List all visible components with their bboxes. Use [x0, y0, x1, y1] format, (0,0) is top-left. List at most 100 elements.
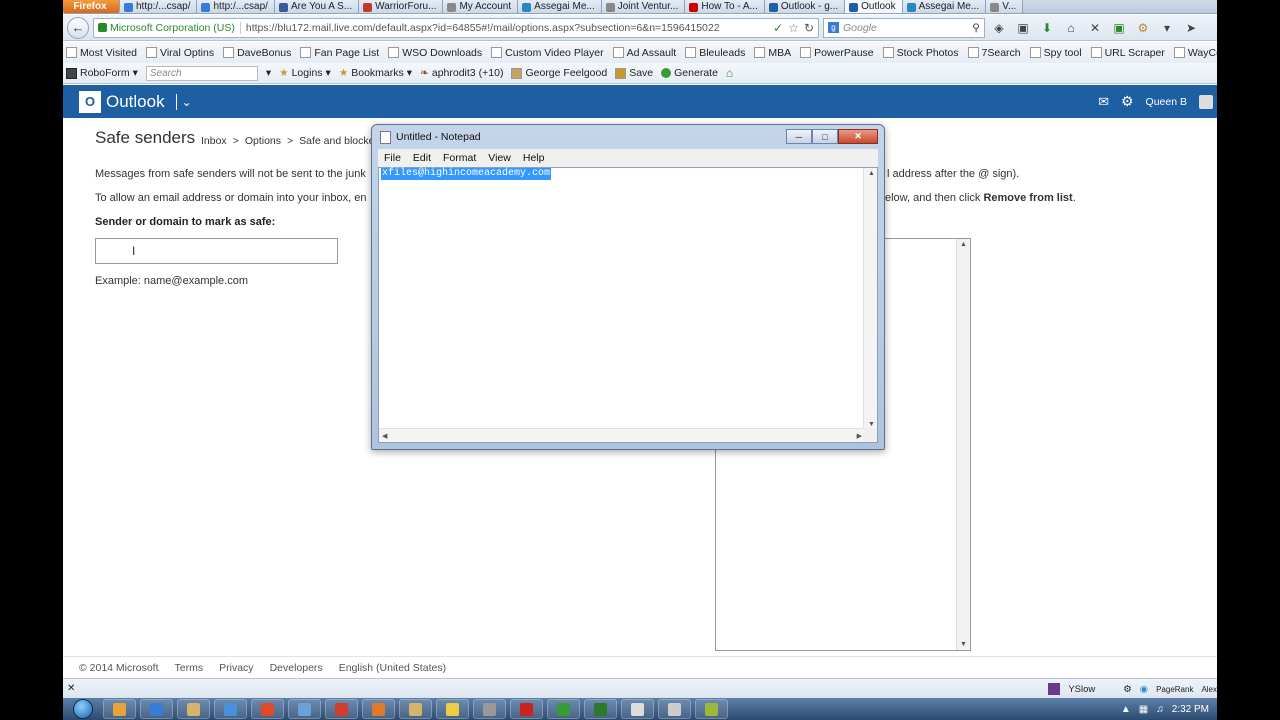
taskbar-app-button[interactable]: [325, 699, 358, 719]
addon-gear-icon[interactable]: ⚙: [1123, 684, 1132, 695]
close-button[interactable]: ✕: [838, 129, 878, 144]
avatar[interactable]: [1199, 94, 1213, 109]
footer-link[interactable]: Privacy: [219, 662, 253, 674]
taskbar-app-button[interactable]: [621, 699, 654, 719]
roboform-save[interactable]: Save: [615, 67, 653, 79]
roboform-bookmarks[interactable]: ★ Bookmarks ▾: [339, 67, 412, 79]
notepad-horizontal-scrollbar[interactable]: ◀ ▶: [379, 428, 865, 442]
selected-email-text[interactable]: xfiles@highincomeacademy.com: [381, 168, 552, 180]
taskbar-app-button[interactable]: [436, 699, 469, 719]
bookmark-item[interactable]: Most Visited: [66, 47, 137, 59]
taskbar-app-button[interactable]: [103, 699, 136, 719]
magnifier-icon[interactable]: ⚲: [972, 22, 980, 34]
home-icon[interactable]: ⌂: [1061, 18, 1081, 38]
safe-sender-input[interactable]: I: [95, 238, 338, 264]
bookmark-item[interactable]: Stock Photos: [882, 47, 959, 59]
taskbar-app-button[interactable]: [584, 699, 617, 719]
notepad-text-area[interactable]: xfiles@highincomeacademy.com ▲ ▼ ◀ ▶: [378, 167, 878, 443]
search-bar[interactable]: g Google ⚲: [823, 17, 985, 38]
taskbar-app-button[interactable]: [177, 699, 210, 719]
breadcrumb-item[interactable]: Options: [245, 135, 281, 147]
taskbar-app-button[interactable]: [510, 699, 543, 719]
roboform-logins[interactable]: ★ Logins ▾: [279, 67, 331, 79]
bookmark-star-icon[interactable]: ☆: [788, 21, 799, 35]
browser-tab[interactable]: V...: [986, 0, 1024, 13]
reload-icon[interactable]: ↻: [804, 21, 814, 35]
bookmark-item[interactable]: 7Search: [967, 47, 1021, 59]
browser-tab[interactable]: Outlook: [845, 0, 903, 13]
bookmark-item[interactable]: DaveBonus: [223, 47, 291, 59]
browser-tab[interactable]: How To - A...: [685, 0, 765, 13]
footer-link[interactable]: Terms: [175, 662, 204, 674]
user-name[interactable]: Queen B: [1146, 96, 1187, 108]
bookmark-item[interactable]: Ad Assault: [612, 47, 676, 59]
firefox-menu-button[interactable]: Firefox: [63, 0, 120, 13]
bookmark-item[interactable]: URL Scraper: [1090, 47, 1165, 59]
alexa-label[interactable]: Alex: [1201, 685, 1217, 694]
scroll-up-arrow-icon[interactable]: ▲: [960, 241, 967, 248]
list-scrollbar[interactable]: ▲ ▼: [956, 239, 970, 650]
notepad-vertical-scrollbar[interactable]: ▲ ▼: [863, 168, 877, 430]
bookmark-item[interactable]: PowerPause: [800, 47, 874, 59]
browser-tab[interactable]: Assegai Me...: [518, 0, 602, 13]
back-button[interactable]: ←: [67, 16, 89, 39]
taskbar-app-button[interactable]: [362, 699, 395, 719]
minimize-button[interactable]: ─: [786, 129, 812, 144]
screenshot-icon[interactable]: ▣: [1013, 18, 1033, 38]
bookmark-item[interactable]: MBA: [754, 47, 791, 59]
resize-grip[interactable]: [863, 428, 877, 442]
taskbar-app-button[interactable]: [473, 699, 506, 719]
tray-volume-icon[interactable]: ♫: [1156, 704, 1164, 715]
maximize-button[interactable]: □: [812, 129, 838, 144]
yslow-icon[interactable]: [1048, 683, 1061, 695]
np-scroll-up-icon[interactable]: ▲: [868, 170, 875, 177]
browser-tab[interactable]: Joint Ventur...: [601, 0, 686, 13]
taskbar-app-button[interactable]: [399, 699, 432, 719]
roboform-identity[interactable]: George Feelgood: [511, 67, 607, 79]
start-button[interactable]: [63, 698, 103, 720]
browser-tab[interactable]: Outlook - g...: [764, 0, 846, 13]
url-text[interactable]: https://blu172.mail.live.com/default.asp…: [246, 22, 768, 34]
gear-icon[interactable]: ⚙: [1121, 93, 1134, 110]
taskbar-app-button[interactable]: [251, 699, 284, 719]
roboform-generate[interactable]: Generate: [661, 67, 718, 79]
menu-dropdown-icon[interactable]: ▾: [1157, 18, 1177, 38]
notepad-menu-item[interactable]: Format: [443, 152, 476, 164]
breadcrumb-item[interactable]: Inbox: [201, 135, 227, 147]
footer-link[interactable]: English (United States): [339, 662, 446, 674]
browser-tab[interactable]: http:/...csap/: [197, 0, 275, 13]
app-switcher-chevron-icon[interactable]: ⌄: [182, 95, 192, 109]
browser-tab[interactable]: My Account: [443, 0, 519, 13]
bookmark-item[interactable]: Custom Video Player: [491, 47, 604, 59]
messaging-icon[interactable]: ✉: [1098, 94, 1109, 110]
notepad-menu-item[interactable]: File: [384, 152, 401, 164]
taskbar-app-button[interactable]: [288, 699, 321, 719]
notepad-window[interactable]: Untitled - Notepad ─ □ ✕ File Edit Format V…: [371, 124, 885, 450]
bookmark-item[interactable]: Fan Page List: [300, 47, 379, 59]
outlook-logo[interactable]: O Outlook ⌄: [63, 90, 192, 113]
url-bar[interactable]: Microsoft Corporation (US) https://blu17…: [93, 17, 819, 38]
gear-addon-icon[interactable]: ⚙: [1133, 18, 1153, 38]
footer-link[interactable]: Developers: [270, 662, 323, 674]
browser-tab[interactable]: Assegai Me...: [902, 0, 987, 13]
download-icon[interactable]: ⬇: [1037, 18, 1057, 38]
taskbar-app-button[interactable]: [140, 699, 173, 719]
np-scroll-down-icon[interactable]: ▼: [868, 421, 875, 428]
tray-expand-icon[interactable]: ▲: [1121, 704, 1131, 715]
roboform-menu[interactable]: RoboForm ▾: [66, 67, 138, 79]
roboform-search-input[interactable]: Search: [145, 65, 258, 81]
np-scroll-right-icon[interactable]: ▶: [857, 432, 862, 440]
bookmark-item[interactable]: Viral Optins: [146, 47, 214, 59]
bookmark-item[interactable]: WayCool: [1173, 47, 1217, 59]
pagerank-label[interactable]: PageRank: [1156, 685, 1193, 694]
bookmark-item[interactable]: WSO Downloads: [388, 47, 482, 59]
home-house-icon[interactable]: ⌂: [726, 66, 733, 80]
browser-tab[interactable]: http:/...csap/: [120, 0, 198, 13]
notepad-menu-item[interactable]: Edit: [413, 152, 431, 164]
addon-at-icon[interactable]: ◉: [1140, 684, 1148, 695]
notepad-menu-item[interactable]: View: [488, 152, 511, 164]
yslow-label[interactable]: YSlow: [1068, 684, 1095, 695]
taskbar-app-button[interactable]: [214, 699, 247, 719]
browser-tab[interactable]: Are You A S...: [274, 0, 360, 13]
addon-icon[interactable]: ◈: [989, 18, 1009, 38]
